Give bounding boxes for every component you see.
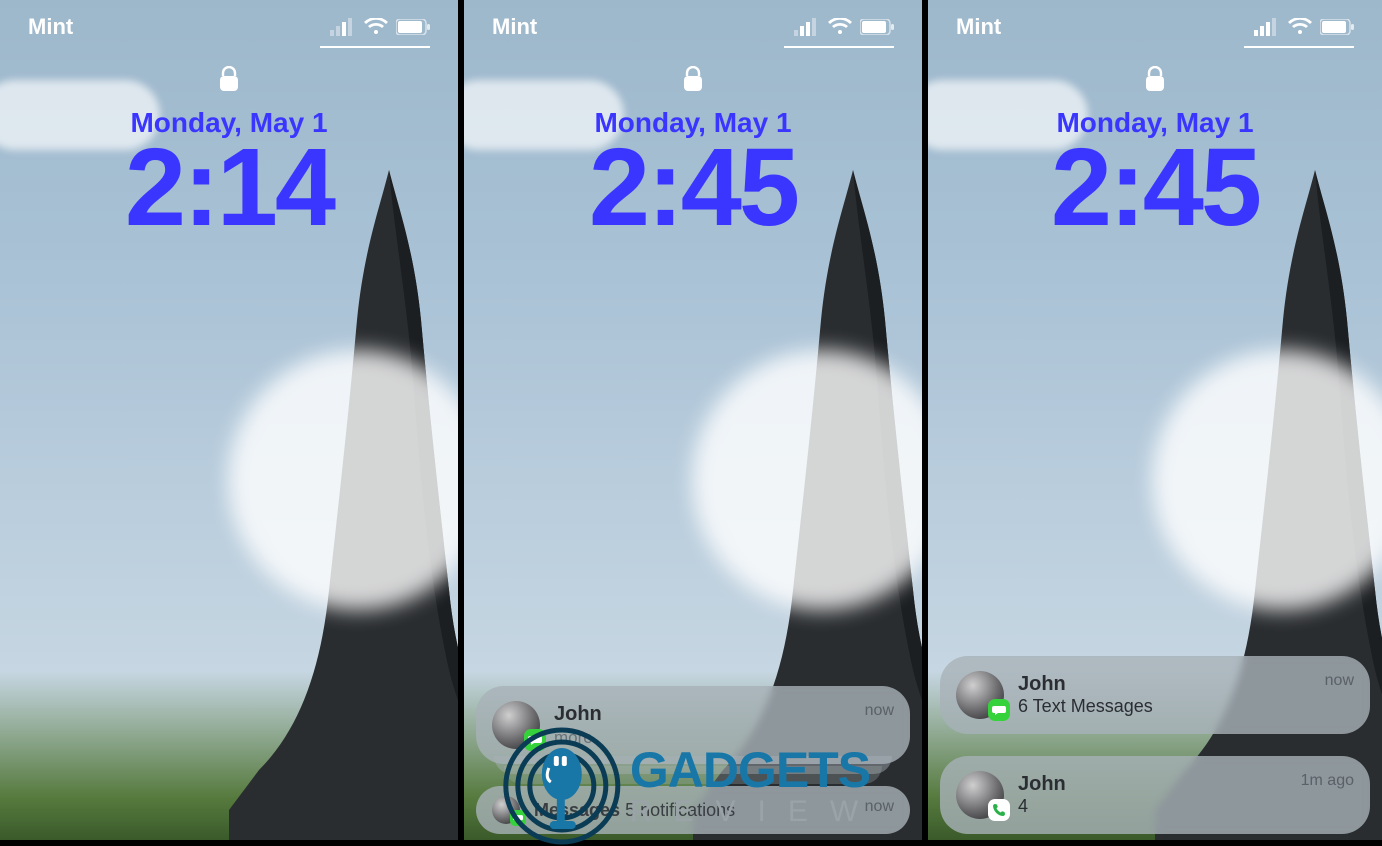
avatar [956,771,1004,819]
battery-icon [396,19,430,35]
messages-badge-icon [988,699,1010,721]
status-bar: Mint [464,14,922,40]
notification-sender: John [1018,773,1287,796]
battery-icon [1320,19,1354,35]
notification-meta: now [865,702,894,720]
notification-body: John more [554,703,851,748]
notification-meta: now [1325,672,1354,690]
time-label: 2:45 [464,133,922,243]
summary-count: 5 notifications [625,800,735,820]
lock-area: Monday, May 1 2:45 [464,56,922,243]
lock-area: Monday, May 1 2:14 [0,56,458,243]
status-underline [1244,46,1354,48]
notification-body: John 6 Text Messages [1018,673,1311,717]
notification-text: 6 Text Messages [1018,696,1311,717]
avatar [492,701,540,749]
summary-body: Messages 5 notifications [534,800,851,821]
status-underline [784,46,894,48]
notification-body: John 4 [1018,773,1287,817]
messages-badge-icon [524,729,546,751]
notification-stack: John 6 Text Messages now John 4 1m ago [940,656,1370,834]
lock-screen-3: Mint Monday, May 1 2:45 John 6 Text Mess… [928,0,1382,840]
notification-card[interactable]: John 4 1m ago [940,756,1370,834]
avatar [956,671,1004,719]
messages-badge-icon [510,810,526,826]
lock-icon [1145,85,1165,102]
wifi-icon [1288,18,1312,36]
lock-screen-1: Mint Monday, May 1 2:14 [0,0,458,840]
summary-meta: now [865,798,894,816]
notification-card[interactable]: John more now [476,686,910,764]
notification-summary[interactable]: Messages 5 notifications now [476,786,910,834]
lock-icon [683,85,703,102]
battery-icon [860,19,894,35]
cellular-icon [1254,18,1280,36]
notification-card[interactable]: John 6 Text Messages now [940,656,1370,734]
wifi-icon [828,18,852,36]
lock-area: Monday, May 1 2:45 [928,56,1382,243]
carrier-label: Mint [956,14,1001,40]
carrier-label: Mint [28,14,73,40]
app-icon [492,796,520,824]
status-bar: Mint [928,14,1382,40]
status-right [794,18,894,36]
notification-sender: John [554,703,851,726]
time-label: 2:45 [928,133,1382,243]
lock-screen-2: Mint Monday, May 1 2:45 John more now [464,0,922,840]
notification-text: 4 [1018,796,1287,817]
status-bar: Mint [0,14,458,40]
status-right [1254,18,1354,36]
summary-label: Messages [534,800,620,820]
carrier-label: Mint [492,14,537,40]
cellular-icon [794,18,820,36]
notification-sender: John [1018,673,1311,696]
lock-icon [219,85,239,102]
notification-stack: John more now Messages 5 notifications n… [476,686,910,834]
status-underline [320,46,430,48]
time-label: 2:14 [0,133,458,243]
phone-badge-icon [988,799,1010,821]
status-right [330,18,430,36]
cellular-icon [330,18,356,36]
notification-more[interactable]: more [554,728,851,748]
notification-meta: 1m ago [1301,772,1354,790]
wifi-icon [364,18,388,36]
